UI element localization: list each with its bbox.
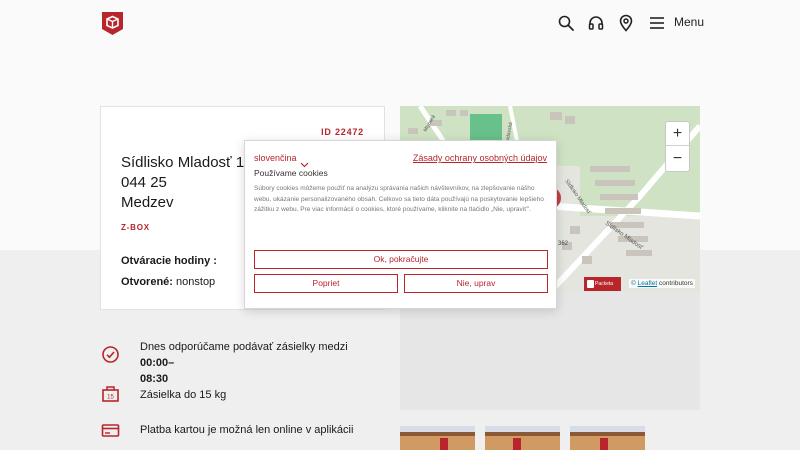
attribution-prefix: © bbox=[631, 280, 636, 287]
pickup-point-id: ID 22472 bbox=[321, 127, 364, 137]
cookie-dialog-title: Používame cookies bbox=[254, 168, 328, 178]
max-weight-text: Zásielka do 15 kg bbox=[140, 389, 227, 401]
map-pin-icon[interactable] bbox=[617, 14, 635, 32]
address-street: Sídlisko Mladosť 10 bbox=[121, 154, 253, 171]
map-attribution: © Leaflet contributors bbox=[629, 279, 695, 288]
address-city: Medzev bbox=[121, 194, 174, 211]
scale-weight-icon: 15 bbox=[101, 384, 120, 403]
opening-hours-title: Otváracie hodiny : bbox=[121, 255, 217, 267]
address-zip: 044 25 bbox=[121, 174, 167, 191]
attribution-suffix: contributors bbox=[658, 280, 693, 287]
open-label: Otvorené: bbox=[121, 276, 173, 288]
chevron-down-icon[interactable] bbox=[300, 155, 309, 168]
privacy-policy-link[interactable]: Zásady ochrany osobných údajov bbox=[413, 153, 547, 163]
packeta-badge-label: Packeta bbox=[595, 281, 614, 287]
map-label-road: 362 bbox=[558, 241, 569, 247]
headset-icon[interactable] bbox=[587, 14, 605, 32]
map-lower-area bbox=[400, 292, 700, 410]
adjust-cookies-button[interactable]: Nie, uprav bbox=[404, 274, 548, 293]
open-value: nonstop bbox=[176, 276, 216, 288]
card-payment-text: Platba kartou je možná len online v apli… bbox=[140, 424, 354, 436]
cookie-dialog-body: Súbory cookies môžeme použiť na analýzu … bbox=[254, 185, 544, 213]
pickup-photo[interactable] bbox=[400, 426, 475, 450]
credit-card-icon bbox=[101, 421, 120, 440]
pickup-photo[interactable] bbox=[485, 426, 560, 450]
pickup-photo[interactable] bbox=[570, 426, 645, 450]
pickup-point-type: Z-BOX bbox=[121, 223, 150, 232]
search-icon[interactable] bbox=[557, 14, 575, 32]
drop-time-end: 08:30 bbox=[140, 373, 169, 385]
accept-cookies-button[interactable]: Ok, pokračujte bbox=[254, 250, 548, 269]
language-selector[interactable]: slovenčina bbox=[254, 153, 297, 163]
hamburger-menu-icon[interactable] bbox=[648, 14, 666, 32]
packeta-badge-icon bbox=[587, 280, 594, 288]
recommended-drop-time: Dnes odporúčame podávať zásielky medzi 0… bbox=[140, 339, 380, 387]
menu-label[interactable]: Menu bbox=[674, 15, 704, 29]
opening-hours-row: Otvorené: nonstop bbox=[121, 276, 215, 288]
drop-time-start: 00:00– bbox=[140, 357, 175, 369]
drop-time-text: Dnes odporúčame podávať zásielky medzi bbox=[140, 341, 348, 353]
weight-icon-number: 15 bbox=[107, 395, 114, 401]
map-zoom-control: + − bbox=[665, 121, 690, 172]
clock-check-icon bbox=[101, 345, 120, 364]
zoom-in-button[interactable]: + bbox=[666, 122, 689, 146]
zoom-out-button[interactable]: − bbox=[666, 147, 689, 171]
packeta-map-badge[interactable]: Packeta bbox=[584, 277, 621, 291]
leaflet-link[interactable]: Leaflet bbox=[638, 280, 658, 287]
packeta-logo-icon[interactable] bbox=[100, 10, 125, 37]
cookie-consent-dialog: slovenčina Zásady ochrany osobných údajo… bbox=[244, 140, 557, 309]
reject-cookies-button[interactable]: Popriet bbox=[254, 274, 398, 293]
